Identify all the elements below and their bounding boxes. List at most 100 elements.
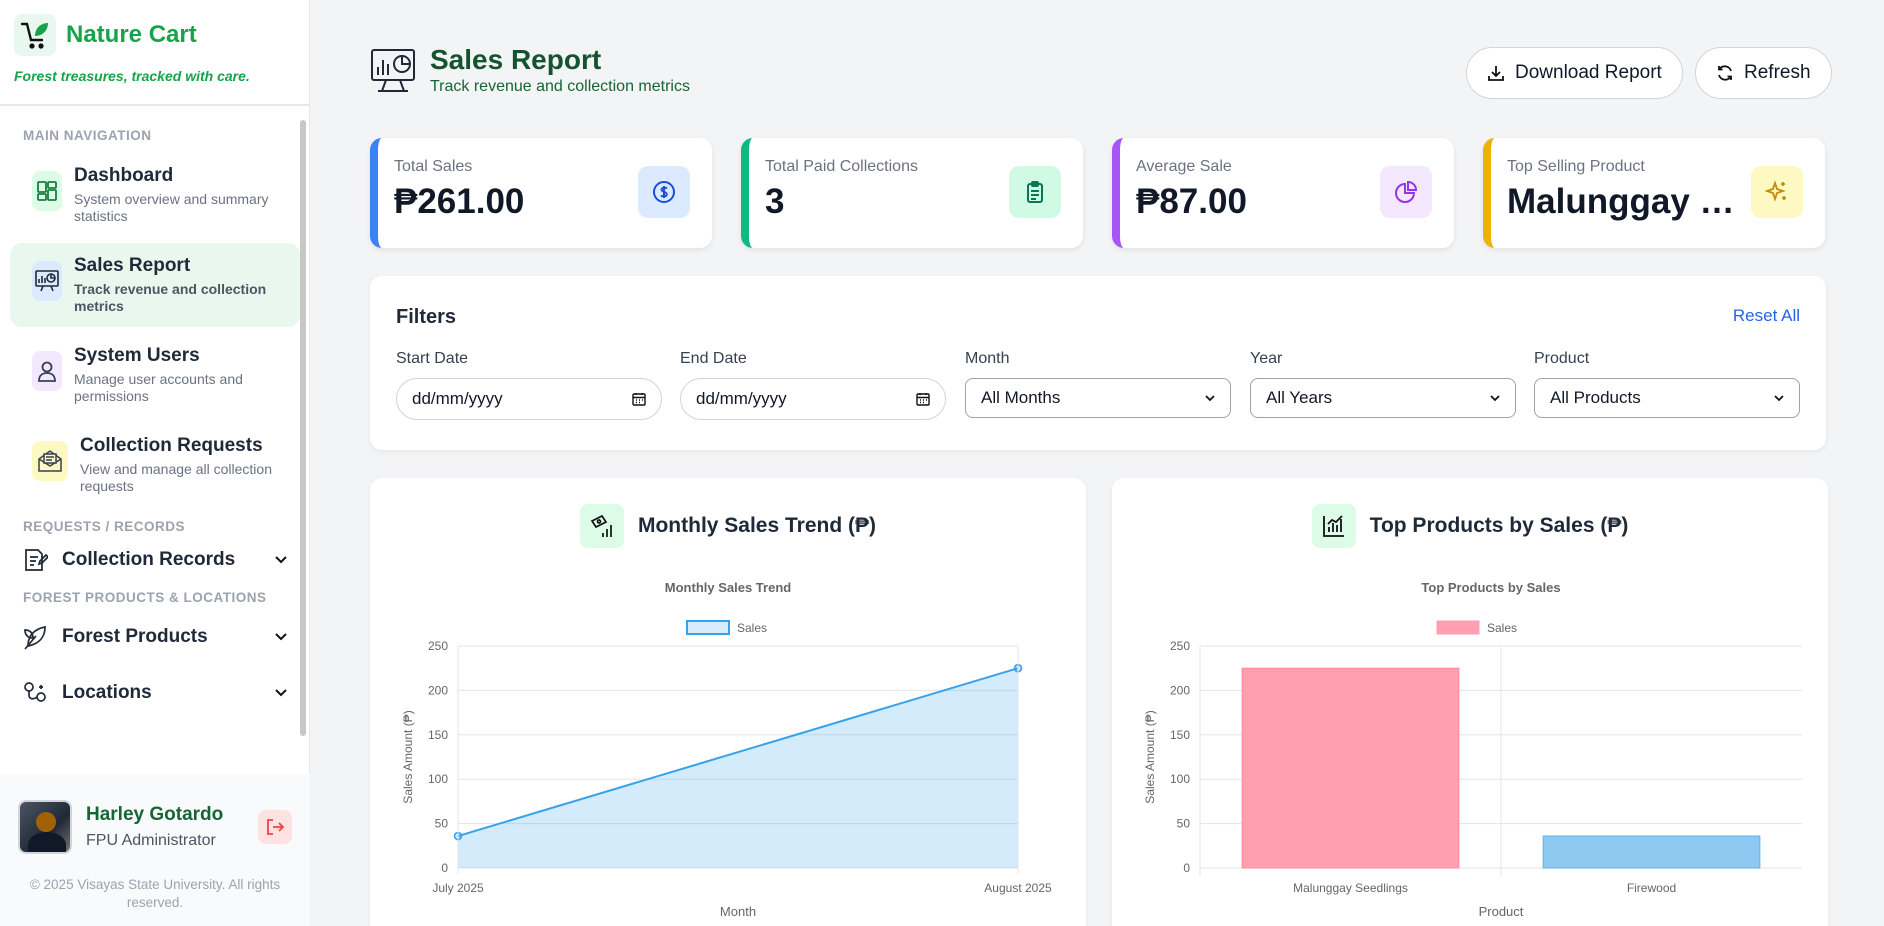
filters-title: Filters: [396, 306, 457, 328]
brand: Nature Cart Forest treasures, tracked wi…: [0, 0, 309, 106]
nav-item-desc: View and manage all collection requests: [80, 461, 272, 494]
stat-value: ₱261.00: [394, 182, 525, 221]
download-report-button[interactable]: Download Report: [1466, 47, 1683, 99]
logout-button[interactable]: [258, 810, 292, 844]
top-products-panel: Top Products by Sales (₱) Top Products b…: [1112, 478, 1828, 926]
nav-group-locations[interactable]: Locations: [0, 671, 310, 715]
chart-title: Top Products by Sales: [1421, 580, 1560, 595]
nav-item-title: System Users: [74, 345, 200, 366]
sidebar: Nature Cart Forest treasures, tracked wi…: [0, 0, 310, 926]
clipboard-icon: [1009, 166, 1061, 218]
y-tick-label: 250: [1170, 639, 1190, 653]
filter-label: End Date: [680, 350, 747, 367]
chevron-down-icon: [275, 556, 287, 564]
start-date-input[interactable]: dd/mm/yyyy: [396, 378, 662, 420]
pie-icon: [1380, 166, 1432, 218]
sparkle-icon: [1751, 166, 1803, 218]
nav-item-desc: Manage user accounts and permissions: [74, 371, 243, 404]
x-axis-label: Product: [1479, 904, 1524, 919]
nav-section-records: REQUESTS / RECORDS: [23, 519, 186, 534]
records-icon: [25, 549, 48, 571]
sales-report-icon: [32, 261, 62, 301]
nav-group-forest-products[interactable]: Forest Products: [0, 615, 310, 659]
page-title: Sales Report: [430, 44, 602, 75]
bar: [1542, 835, 1761, 869]
select-value: All Products: [1550, 388, 1641, 407]
nav-item-dashboard[interactable]: Dashboard System overview and summary st…: [10, 153, 300, 237]
nav-group-title: Forest Products: [62, 626, 208, 647]
legend-swatch: [686, 620, 730, 635]
refresh-icon: [1718, 65, 1732, 81]
legend-label: Sales: [737, 621, 767, 635]
filter-label: Start Date: [396, 350, 469, 367]
legend-label: Sales: [1487, 621, 1517, 635]
y-tick-label: 100: [428, 772, 448, 786]
user-icon: [32, 351, 62, 391]
y-tick-label: 150: [428, 728, 448, 742]
profile-name: Harley Gotardo: [86, 804, 224, 825]
brand-name: Nature Cart: [66, 21, 197, 48]
y-tick-label: 50: [435, 817, 449, 831]
refresh-label: Refresh: [1744, 62, 1811, 83]
copyright: © 2025 Visayas State University. All rig…: [29, 877, 281, 910]
calendar-icon[interactable]: [631, 391, 647, 407]
dollar-icon: [638, 166, 690, 218]
year-select[interactable]: All Years: [1250, 378, 1516, 418]
dashboard-icon: [32, 171, 62, 211]
page-subtitle: Track revenue and collection metrics: [430, 78, 690, 95]
stat-value: Malunggay Seedlings: [1507, 182, 1737, 221]
nav-item-system-users[interactable]: System Users Manage user accounts and pe…: [10, 333, 300, 417]
cart-logo-icon: [14, 14, 56, 56]
stat-value: 3: [765, 182, 785, 221]
month-filter: Month All Months: [965, 350, 1231, 418]
sidebar-scrollbar[interactable]: [300, 120, 306, 736]
stat-card-paid-collections: Total Paid Collections 3: [741, 138, 1083, 248]
y-tick-label: 100: [1170, 772, 1190, 786]
y-axis-label: Sales Amount (₱): [401, 710, 415, 803]
calendar-icon[interactable]: [915, 391, 931, 407]
y-tick-label: 150: [1170, 728, 1190, 742]
chevron-down-icon: [1205, 395, 1215, 402]
download-report-label: Download Report: [1515, 62, 1662, 83]
nav-menu: MAIN NAVIGATION Dashboard System overvie…: [0, 108, 310, 770]
filters-panel: Filters Reset All Start Date dd/mm/yyyy …: [370, 276, 1826, 450]
envelope-icon: [32, 441, 68, 481]
location-icon: [24, 682, 46, 702]
stat-card-average-sale: Average Sale ₱87.00: [1112, 138, 1454, 248]
y-tick-label: 50: [1177, 817, 1191, 831]
nav-item-desc: Track revenue and collection metrics: [74, 281, 267, 314]
filter-label: Month: [965, 350, 1010, 367]
nav-item-desc: System overview and summary statistics: [74, 191, 269, 224]
nav-item-title: Dashboard: [74, 165, 174, 186]
chevron-down-icon: [1774, 395, 1784, 402]
download-icon: [1488, 66, 1504, 81]
logout-icon: [267, 819, 285, 835]
y-tick-label: 200: [1170, 683, 1190, 697]
x-tick-label: Malunggay Seedlings: [1293, 881, 1408, 895]
nav-item-title: Sales Report: [74, 255, 191, 276]
chevron-down-icon: [1490, 395, 1500, 402]
monthly-sales-trend-panel: Monthly Sales Trend (₱) Monthly Sales Tr…: [370, 478, 1086, 926]
x-tick-label: August 2025: [984, 881, 1052, 895]
refresh-button[interactable]: Refresh: [1695, 47, 1832, 99]
chart-title: Monthly Sales Trend: [665, 580, 791, 595]
nav-item-sales-report[interactable]: Sales Report Track revenue and collectio…: [10, 243, 300, 327]
y-tick-label: 200: [428, 683, 448, 697]
end-date-input[interactable]: dd/mm/yyyy: [680, 378, 946, 420]
legend-swatch: [1436, 620, 1480, 635]
date-placeholder: dd/mm/yyyy: [412, 389, 503, 408]
filter-label: Product: [1534, 350, 1590, 367]
month-select[interactable]: All Months: [965, 378, 1231, 418]
nav-item-collection-requests[interactable]: Collection Requests View and manage all …: [10, 423, 300, 507]
end-date-filter: End Date dd/mm/yyyy: [680, 350, 946, 420]
select-value: All Months: [981, 388, 1061, 407]
product-select[interactable]: All Products: [1534, 378, 1800, 418]
chevron-down-icon: [275, 689, 287, 697]
nav-group-collection-records[interactable]: Collection Records: [0, 538, 310, 582]
x-tick-label: Firewood: [1627, 881, 1676, 895]
nav-group-title: Collection Records: [62, 549, 236, 570]
y-tick-label: 250: [428, 639, 448, 653]
reset-all-link[interactable]: Reset All: [1733, 306, 1800, 326]
select-value: All Years: [1266, 388, 1333, 407]
user-profile: Harley Gotardo FPU Administrator © 2025 …: [0, 774, 310, 926]
